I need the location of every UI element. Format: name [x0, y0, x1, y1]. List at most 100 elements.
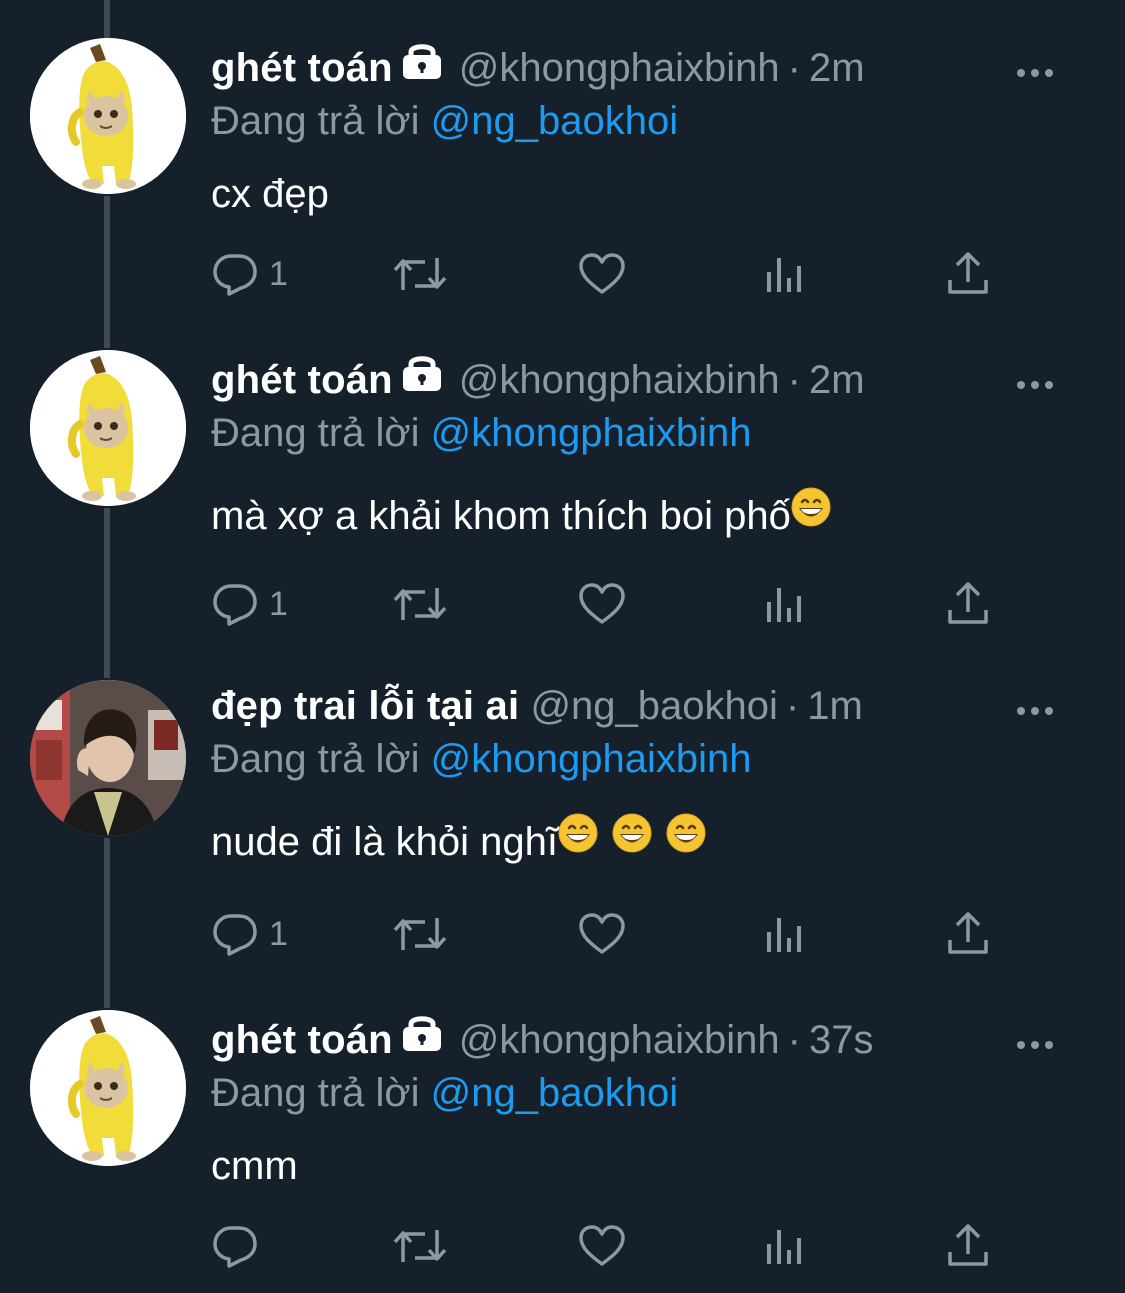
- tweet-actions: 1: [211, 244, 1001, 304]
- like-button[interactable]: [577, 904, 627, 964]
- display-name[interactable]: ghét toán: [211, 358, 393, 402]
- analytics-button[interactable]: [763, 1216, 807, 1276]
- retweet-icon: [393, 1230, 447, 1262]
- avatar[interactable]: [30, 1010, 186, 1166]
- retweet-button[interactable]: [391, 1216, 449, 1276]
- like-button[interactable]: [577, 1216, 627, 1276]
- timestamp[interactable]: 2m: [809, 358, 865, 402]
- grinning-face-emoji: [666, 812, 706, 868]
- mention-link[interactable]: @ng_baokhoi: [431, 1071, 678, 1115]
- more-options-icon[interactable]: [1015, 1022, 1055, 1078]
- separator-dot: ·: [787, 46, 801, 90]
- reply-button[interactable]: 1: [211, 904, 288, 964]
- avatar[interactable]: [30, 38, 186, 194]
- analytics-button[interactable]: [763, 244, 807, 304]
- share-button[interactable]: [945, 904, 991, 964]
- thread-line: [104, 196, 110, 348]
- retweet-icon: [393, 918, 447, 950]
- replying-to: Đang trả lời @khongphaixbinh: [211, 734, 1085, 784]
- analytics-icon: [767, 1230, 801, 1264]
- user-handle[interactable]: @khongphaixbinh: [459, 46, 780, 90]
- more-options-icon[interactable]: [1015, 688, 1055, 744]
- tweet-actions: [211, 1216, 1001, 1276]
- tweet-text: cmm: [211, 1138, 1085, 1194]
- reply-icon: [213, 584, 257, 626]
- reply-button[interactable]: 1: [211, 574, 288, 634]
- separator-dot: ·: [785, 684, 800, 728]
- heart-icon: [579, 583, 625, 624]
- thread-line: [104, 508, 110, 678]
- tweet-text-content: cx đẹp: [211, 172, 329, 216]
- analytics-button[interactable]: [763, 574, 807, 634]
- share-icon: [948, 912, 988, 954]
- analytics-icon: [767, 918, 801, 952]
- lock-icon: [401, 1010, 443, 1066]
- share-icon: [948, 582, 988, 624]
- mention-link[interactable]: @khongphaixbinh: [431, 411, 752, 455]
- share-button[interactable]: [945, 1216, 991, 1276]
- share-icon: [948, 252, 988, 294]
- avatar[interactable]: [30, 680, 186, 836]
- reply-icon: [213, 1226, 257, 1268]
- grinning-face-emoji: [791, 486, 831, 542]
- thread-line: [104, 838, 110, 1008]
- thread-line: [104, 0, 110, 38]
- reply-icon: [213, 254, 257, 296]
- timestamp[interactable]: 2m: [809, 46, 865, 90]
- tweet-text-content: mà xợ a khải khom thích boi phố: [211, 494, 791, 538]
- avatar[interactable]: [30, 350, 186, 506]
- tweet-text-content: cmm: [211, 1144, 298, 1188]
- heart-icon: [579, 1225, 625, 1266]
- retweet-button[interactable]: [391, 244, 449, 304]
- reply-button[interactable]: [211, 1216, 269, 1276]
- reply-icon: [213, 914, 257, 956]
- lock-icon: [401, 350, 443, 406]
- reply-prefix: Đang trả lời: [211, 1071, 420, 1115]
- reply-button[interactable]: 1: [211, 244, 288, 304]
- tweet-text-content: nude đi là khỏi nghĩ: [211, 820, 558, 864]
- like-button[interactable]: [577, 574, 627, 634]
- user-handle[interactable]: @ng_baokhoi: [530, 684, 777, 728]
- person-photo-avatar-image: [30, 680, 186, 836]
- reply-prefix: Đang trả lời: [211, 411, 420, 455]
- like-button[interactable]: [577, 244, 627, 304]
- display-name[interactable]: ghét toán: [211, 1018, 393, 1062]
- reply-count: 1: [269, 914, 288, 953]
- user-handle[interactable]: @khongphaixbinh: [459, 358, 780, 402]
- retweet-icon: [393, 588, 447, 620]
- tweet-text: nude đi là khỏi nghĩ: [211, 814, 1085, 872]
- grinning-face-emoji: [558, 812, 598, 868]
- heart-icon: [579, 913, 625, 954]
- share-button[interactable]: [945, 244, 991, 304]
- banana-cat-avatar-image: [30, 350, 186, 506]
- tweet-text: mà xợ a khải khom thích boi phố: [211, 488, 1085, 546]
- reply-count: 1: [269, 254, 288, 293]
- replying-to: Đang trả lời @khongphaixbinh: [211, 408, 1085, 458]
- user-handle[interactable]: @khongphaixbinh: [459, 1018, 780, 1062]
- retweet-button[interactable]: [391, 574, 449, 634]
- tweet-header: ghét toán @khongphaixbinh · 37s: [211, 1012, 1085, 1068]
- timestamp[interactable]: 1m: [807, 684, 863, 728]
- reply-prefix: Đang trả lời: [211, 737, 420, 781]
- tweet-header: ghét toán @khongphaixbinh · 2m: [211, 40, 1085, 96]
- reply-count: 1: [269, 584, 288, 623]
- mention-link[interactable]: @ng_baokhoi: [431, 99, 678, 143]
- tweet-actions: 1: [211, 574, 1001, 634]
- display-name[interactable]: đẹp trai lỗi tại ai: [211, 684, 519, 728]
- share-icon: [948, 1224, 988, 1266]
- share-button[interactable]: [945, 574, 991, 634]
- analytics-button[interactable]: [763, 904, 807, 964]
- heart-icon: [579, 253, 625, 294]
- analytics-icon: [767, 258, 801, 292]
- banana-cat-avatar-image: [30, 38, 186, 194]
- retweet-button[interactable]: [391, 904, 449, 964]
- banana-cat-avatar-image: [30, 1010, 186, 1166]
- more-options-icon[interactable]: [1015, 362, 1055, 418]
- display-name[interactable]: ghét toán: [211, 46, 393, 90]
- timestamp[interactable]: 37s: [809, 1018, 874, 1062]
- tweet-header: đẹp trai lỗi tại ai @ng_baokhoi · 1m: [211, 678, 1085, 734]
- mention-link[interactable]: @khongphaixbinh: [431, 737, 752, 781]
- more-options-icon[interactable]: [1015, 50, 1055, 106]
- separator-dot: ·: [787, 1018, 801, 1062]
- tweet-text: cx đẹp: [211, 166, 1085, 222]
